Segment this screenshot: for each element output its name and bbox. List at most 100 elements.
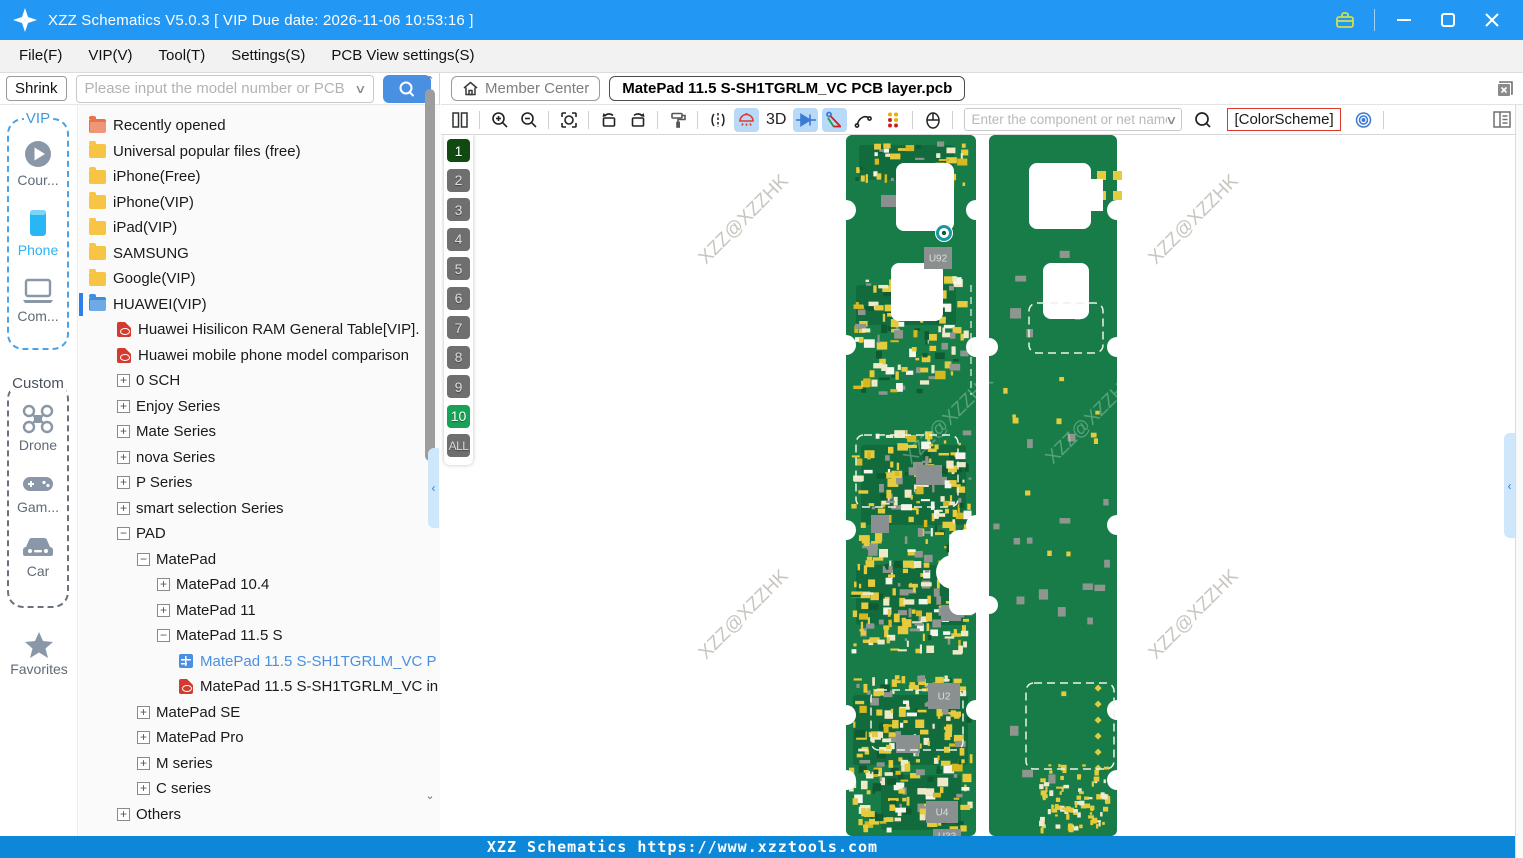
- collapse-right-panel-handle[interactable]: ‹: [1504, 433, 1515, 538]
- tree-item[interactable]: HUAWEI(VIP): [79, 292, 440, 318]
- layer-button-7[interactable]: 7: [447, 316, 470, 339]
- layer-button-1[interactable]: 1: [447, 139, 470, 162]
- menu-item-settings[interactable]: Settings(S): [218, 40, 318, 72]
- net-search-icon[interactable]: [1190, 108, 1215, 132]
- expand-icon[interactable]: +: [137, 756, 150, 770]
- expand-icon[interactable]: +: [157, 603, 170, 617]
- mouse-settings-icon[interactable]: [920, 108, 945, 132]
- expand-icon[interactable]: +: [137, 782, 150, 796]
- layer-button-6[interactable]: 6: [447, 286, 470, 310]
- chevron-down-icon[interactable]: ∨: [354, 82, 366, 96]
- tree-item[interactable]: + MatePad 10.4: [79, 572, 440, 598]
- pcb-board-right[interactable]: [989, 135, 1117, 836]
- sidebar-item-gam[interactable]: Gam...: [9, 471, 67, 515]
- maximize-button[interactable]: [1433, 7, 1463, 33]
- paint-roller-icon[interactable]: [665, 108, 690, 132]
- tree-item[interactable]: − MatePad 11.5 S: [79, 623, 440, 649]
- side-panel-toggle-icon[interactable]: [1491, 109, 1513, 130]
- mirror-flip-icon[interactable]: [705, 108, 730, 132]
- layer-button-all[interactable]: ALL: [447, 434, 470, 457]
- tree-item[interactable]: + MatePad Pro: [79, 725, 440, 751]
- scroll-up-icon[interactable]: ⌃: [424, 75, 436, 87]
- tree-item[interactable]: + Mate Series: [79, 419, 440, 445]
- sidebar-item-car[interactable]: Car: [9, 533, 67, 579]
- tree-item[interactable]: Huawei mobile phone model comparison: [79, 343, 440, 369]
- tree-item[interactable]: iPad(VIP): [79, 215, 440, 241]
- color-dots-icon[interactable]: [880, 108, 905, 132]
- layer-button-8[interactable]: 8: [447, 345, 470, 369]
- collapse-icon[interactable]: −: [157, 629, 170, 643]
- colorscheme-button[interactable]: [ColorScheme]: [1227, 108, 1341, 131]
- eye-visibility-icon[interactable]: [1351, 108, 1376, 132]
- chevron-down-icon[interactable]: ∨: [1165, 113, 1177, 127]
- layer-button-2[interactable]: 2: [447, 168, 470, 192]
- pcb-board-view[interactable]: U92U2U4U33XZZ@XZZHKXZZ@XZZHKXZZ@XZZHKXZZ…: [441, 135, 1523, 836]
- layer-button-3[interactable]: 3: [447, 198, 470, 221]
- tree-item[interactable]: + Enjoy Series: [79, 394, 440, 420]
- sidebar-item-drone[interactable]: Drone: [9, 403, 67, 453]
- expand-icon[interactable]: +: [117, 476, 130, 490]
- tree-item[interactable]: Google(VIP): [79, 266, 440, 292]
- tree-item[interactable]: + M series: [79, 751, 440, 777]
- expand-icon[interactable]: +: [137, 731, 150, 745]
- vip-briefcase-icon[interactable]: [1330, 7, 1360, 33]
- diode-net-icon[interactable]: [793, 107, 819, 132]
- tree-item[interactable]: MatePad 11.5 S-SH1TGRLM_VC in: [79, 674, 440, 700]
- scroll-down-icon[interactable]: ⌄: [424, 790, 436, 802]
- tree-item[interactable]: iPhone(VIP): [79, 190, 440, 216]
- tree-scrollbar-thumb[interactable]: [425, 89, 435, 461]
- net-search-input[interactable]: Enter the component or net name ∨: [964, 108, 1183, 131]
- tree-item[interactable]: − PAD: [79, 521, 440, 547]
- expand-icon[interactable]: +: [117, 807, 130, 821]
- close-all-tabs-icon[interactable]: [1495, 79, 1515, 99]
- fit-view-icon[interactable]: [556, 108, 581, 132]
- arc-route-icon[interactable]: [851, 108, 876, 132]
- tree-scrollbar[interactable]: ⌃ ⌄: [424, 75, 436, 802]
- tree-item[interactable]: Huawei Hisilicon RAM General Table[VIP].: [79, 317, 440, 343]
- close-button[interactable]: [1477, 7, 1507, 33]
- tree-item[interactable]: iPhone(Free): [79, 164, 440, 190]
- expand-icon[interactable]: +: [117, 425, 130, 439]
- model-search-input[interactable]: Please input the model number or PCB ∨: [75, 74, 374, 103]
- tree-item[interactable]: Universal popular files (free): [79, 139, 440, 165]
- tree-item[interactable]: MatePad 11.5 S-SH1TGRLM_VC P: [79, 649, 440, 675]
- tree-item[interactable]: + MatePad 11: [79, 598, 440, 624]
- collapse-icon[interactable]: −: [117, 527, 130, 541]
- layer-button-5[interactable]: 5: [447, 257, 470, 280]
- 3d-view-button[interactable]: 3D: [763, 111, 789, 129]
- expand-icon[interactable]: +: [117, 501, 130, 515]
- rotate-cw-icon[interactable]: [625, 108, 650, 132]
- tree-item[interactable]: + C series: [79, 776, 440, 802]
- tree-item[interactable]: + MatePad SE: [79, 700, 440, 726]
- expand-icon[interactable]: +: [117, 399, 130, 413]
- expand-icon[interactable]: +: [117, 374, 130, 388]
- menu-item-tool[interactable]: Tool(T): [146, 40, 219, 72]
- tree-item[interactable]: + smart selection Series: [79, 496, 440, 522]
- sidebar-item-cour[interactable]: Cour...: [9, 138, 67, 188]
- pcb-document-tab[interactable]: MatePad 11.5 S-SH1TGRLM_VC PCB layer.pcb: [609, 76, 966, 101]
- tree-item[interactable]: +0 SCH: [79, 368, 440, 394]
- layer-button-10[interactable]: 10: [447, 404, 470, 428]
- tree-item[interactable]: Recently opened: [79, 113, 440, 139]
- rotate-ccw-icon[interactable]: [596, 108, 621, 132]
- layer-button-4[interactable]: 4: [447, 227, 470, 251]
- zoom-in-icon[interactable]: [487, 108, 512, 132]
- menu-item-vip[interactable]: VIP(V): [75, 40, 145, 72]
- layer-button-9[interactable]: 9: [447, 375, 470, 398]
- tree-item[interactable]: + Others: [79, 802, 440, 828]
- zoom-out-icon[interactable]: [516, 108, 541, 132]
- shrink-button[interactable]: Shrink: [6, 76, 67, 101]
- tree-item[interactable]: − MatePad: [79, 547, 440, 573]
- expand-icon[interactable]: +: [117, 450, 130, 464]
- sidebar-item-com[interactable]: Com...: [9, 276, 67, 324]
- split-view-icon[interactable]: [447, 108, 472, 132]
- collapse-icon[interactable]: −: [137, 552, 150, 566]
- tree-item[interactable]: + P Series: [79, 470, 440, 496]
- menu-item-pcb-view-settings[interactable]: PCB View settings(S): [318, 40, 487, 72]
- collapse-left-panel-handle[interactable]: ‹: [428, 448, 439, 528]
- expand-icon[interactable]: +: [157, 578, 170, 592]
- minimize-button[interactable]: [1389, 7, 1419, 33]
- tree-item[interactable]: SAMSUNG: [79, 241, 440, 267]
- tree-item[interactable]: + nova Series: [79, 445, 440, 471]
- measure-lines-icon[interactable]: [822, 107, 848, 132]
